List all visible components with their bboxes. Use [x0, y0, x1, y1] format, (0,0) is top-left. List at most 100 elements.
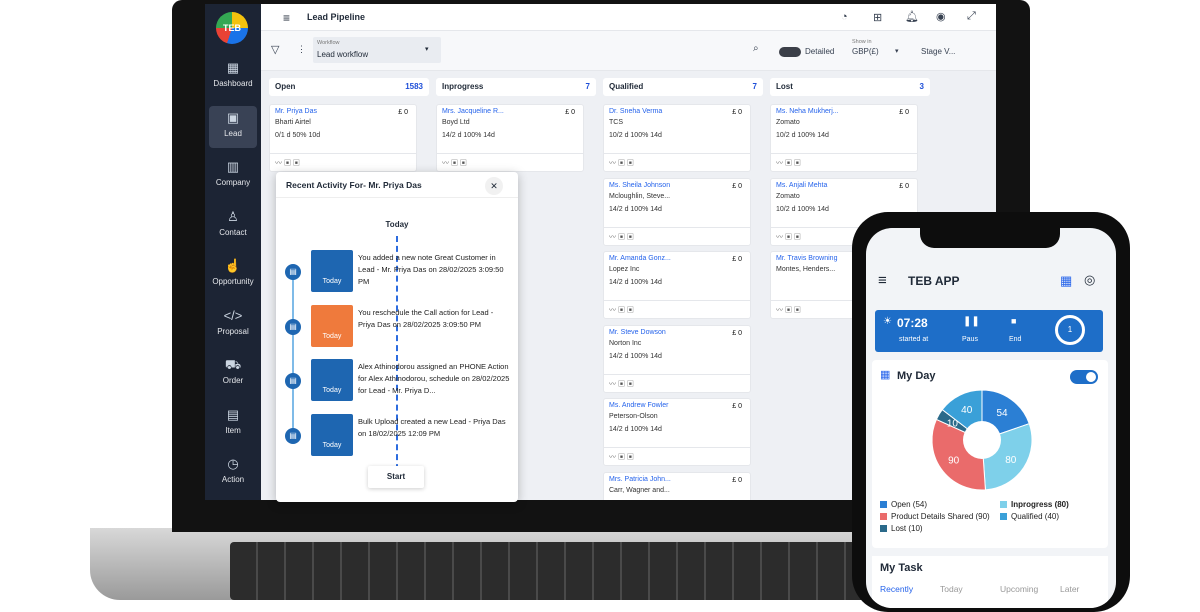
company-name: Peterson-Olson	[609, 413, 658, 420]
lead-name[interactable]: Mrs. Jacqueline R...	[442, 108, 578, 115]
lead-amount: £ 0	[565, 109, 575, 116]
profile-icon[interactable]: ◎	[1084, 272, 1095, 288]
card-actions[interactable]: 〰 ▣ ▣	[604, 226, 750, 245]
lead-card[interactable]: Mr. Steve Dowson £ 0 Norton Inc 14/2 d 100%…	[603, 324, 751, 393]
workflow-select[interactable]: Workflow Lead workflow ▾	[313, 37, 441, 63]
lead-name[interactable]: Mrs. Patricia John...	[609, 476, 745, 483]
lead-name[interactable]: Ms. Anjali Mehta	[776, 182, 912, 189]
currency-select[interactable]: GBP(£)	[852, 47, 879, 56]
lead-card[interactable]: Ms. Andrew Fowler £ 0 Peterson-Olson 14/2 d…	[603, 398, 751, 466]
legend-item: Qualified (40)	[1000, 512, 1059, 521]
tab-recently[interactable]: Recently	[880, 584, 913, 594]
lead-name[interactable]: Ms. Sheila Johnson	[609, 182, 745, 189]
filter-icon[interactable]: ▽	[271, 43, 279, 56]
card-actions[interactable]: 〰 ▣ ▣	[604, 447, 750, 465]
grid-icon: ▦	[226, 60, 240, 75]
lead-stats: 0/1 d 50% 10d	[275, 132, 321, 139]
my-day-title: My Day	[897, 370, 936, 382]
timer-count: 1	[1055, 315, 1085, 345]
workflow-value: Lead workflow	[317, 50, 369, 59]
company-name: Mcloughlin, Steve...	[609, 192, 671, 200]
card-actions[interactable]: 〰 ▣ ▣	[604, 300, 750, 318]
lead-card[interactable]: Mrs. Patricia John... £ 0 Carr, Wagner and…	[603, 471, 751, 500]
sidebar-item-proposal[interactable]: </> Proposal	[209, 304, 257, 346]
chevron-down-icon: ▾	[425, 46, 429, 53]
sidebar-item-dashboard[interactable]: ▦ Dashboard	[209, 56, 257, 98]
activity-item[interactable]: Today You added a new note Great Customer…	[311, 250, 511, 292]
company-name: Bharti Airtel	[275, 119, 311, 126]
page-title: Lead Pipeline	[307, 12, 366, 22]
lead-name[interactable]: Mr. Steve Dowson	[609, 329, 745, 336]
sidebar-item-company[interactable]: ▥ Company	[209, 155, 257, 197]
lead-stats: 14/2 d 100% 14d	[609, 279, 662, 286]
sidebar-item-order[interactable]: ⛟ Order	[209, 353, 257, 395]
stage-view-select[interactable]: Stage V...	[921, 47, 955, 56]
my-day-toggle[interactable]	[1070, 370, 1098, 384]
lead-card[interactable]: Ms. Sheila Johnson £ 0 Mcloughlin, Steve..…	[603, 177, 751, 246]
lead-card[interactable]: Dr. Sneha Verma £ 0 TCS 10/2 d 100% 14d 〰 ▣ …	[603, 104, 751, 172]
timer-time: 07:28	[897, 316, 928, 330]
popup-title: Recent Activity For- Mr. Priya Das	[286, 180, 422, 190]
hamburger-icon[interactable]: ≡	[878, 272, 887, 289]
code-icon: </>	[223, 307, 243, 323]
donut-value-label: 40	[961, 405, 973, 416]
sidebar-item-label: Company	[215, 178, 251, 187]
apps-icon[interactable]: ⊞	[873, 11, 882, 24]
lead-name[interactable]: Ms. Neha Mukherj...	[776, 108, 912, 115]
search-icon[interactable]: ⌕	[753, 43, 759, 54]
card-actions[interactable]: 〰 ▣ ▣	[771, 153, 917, 171]
lead-stats: 14/2 d 100% 14d	[442, 132, 495, 139]
activity-item[interactable]: Today Alex Athinodorou assigned an PHONE …	[311, 359, 511, 401]
lead-card[interactable]: Ms. Neha Mukherj... £ 0 Zomato 10/2 d 100% …	[770, 104, 918, 172]
thumbs-up-icon: ☝	[224, 258, 242, 273]
lead-name[interactable]: Mr. Priya Das	[275, 108, 411, 115]
lead-name[interactable]: Ms. Andrew Fowler	[609, 402, 745, 409]
tab-upcoming[interactable]: Upcoming	[1000, 584, 1038, 594]
lead-card[interactable]: Mr. Amanda Gonz... £ 0 Lopez Inc 14/2 d 100…	[603, 251, 751, 319]
stop-icon[interactable]: ■	[1011, 316, 1016, 326]
column-title: Qualified	[609, 82, 644, 91]
sidebar: TEB ▦ Dashboard ▣ Lead ▥ Company ♙ Contact ☝ Oppo…	[205, 4, 261, 500]
menu-icon[interactable]: ≡	[283, 11, 290, 25]
user-icon[interactable]: ◉	[936, 10, 946, 23]
bell-icon[interactable]: 🔔︎	[905, 10, 919, 23]
activity-item[interactable]: Today You reschedule the Call action for …	[311, 304, 511, 347]
tab-today[interactable]: Today	[940, 584, 963, 594]
sidebar-item-label: Proposal	[217, 326, 249, 336]
lead-name[interactable]: Dr. Sneha Verma	[609, 108, 745, 115]
activity-item[interactable]: Today Bulk Upload created a new Lead - Pr…	[311, 413, 511, 456]
legend-item: Product Details Shared (90)	[880, 512, 990, 521]
support-icon[interactable]: ◔	[841, 11, 848, 23]
activity-thumbnail: Today	[311, 413, 353, 456]
detailed-toggle[interactable]	[779, 47, 801, 57]
sidebar-item-contact[interactable]: ♙ Contact	[209, 205, 257, 247]
close-icon[interactable]: ✕	[485, 177, 503, 195]
start-marker: Start	[368, 466, 424, 488]
calendar-icon[interactable]: ▦	[1060, 273, 1072, 289]
sidebar-item-item[interactable]: ▤ Item	[209, 403, 257, 445]
pause-label[interactable]: Paus	[962, 336, 978, 343]
lead-card[interactable]: Mrs. Jacqueline R... £ 0 Boyd Ltd 14/2 d 10…	[436, 104, 584, 172]
card-actions[interactable]: 〰 ▣ ▣	[437, 153, 583, 171]
legend-swatch	[1000, 513, 1007, 520]
more-vertical-icon[interactable]: ⋮	[297, 44, 306, 55]
company-name: Lopez Inc	[609, 266, 640, 273]
lead-card[interactable]: Mr. Priya Das £ 0 Bharti Airtel 0/1 d 50% 1…	[269, 104, 417, 172]
lead-name[interactable]: Mr. Amanda Gonz...	[609, 255, 745, 262]
end-label[interactable]: End	[1009, 336, 1021, 343]
sidebar-item-opportunity[interactable]: ☝ Opportunity	[209, 254, 257, 296]
card-actions[interactable]: 〰 ▣ ▣	[604, 153, 750, 171]
timeline-dot-icon: ▤	[285, 427, 301, 444]
card-actions[interactable]: 〰 ▣ ▣	[604, 373, 750, 392]
column-count: 7	[585, 82, 590, 91]
tab-later[interactable]: Later	[1060, 584, 1079, 594]
lead-amount: £ 0	[732, 329, 742, 337]
sidebar-item-action[interactable]: ◷ Action	[209, 452, 257, 494]
timeline-dot-icon: ▤	[285, 373, 301, 389]
fullscreen-icon[interactable]: ⤢	[967, 10, 976, 23]
company-name: Carr, Wagner and...	[609, 486, 670, 494]
card-actions[interactable]: 〰 ▣ ▣	[270, 153, 416, 171]
sidebar-item-lead[interactable]: ▣ Lead	[209, 105, 257, 148]
legend-item: Inprogress (80)	[1000, 500, 1069, 509]
pause-icon[interactable]: ❚❚	[963, 316, 980, 327]
